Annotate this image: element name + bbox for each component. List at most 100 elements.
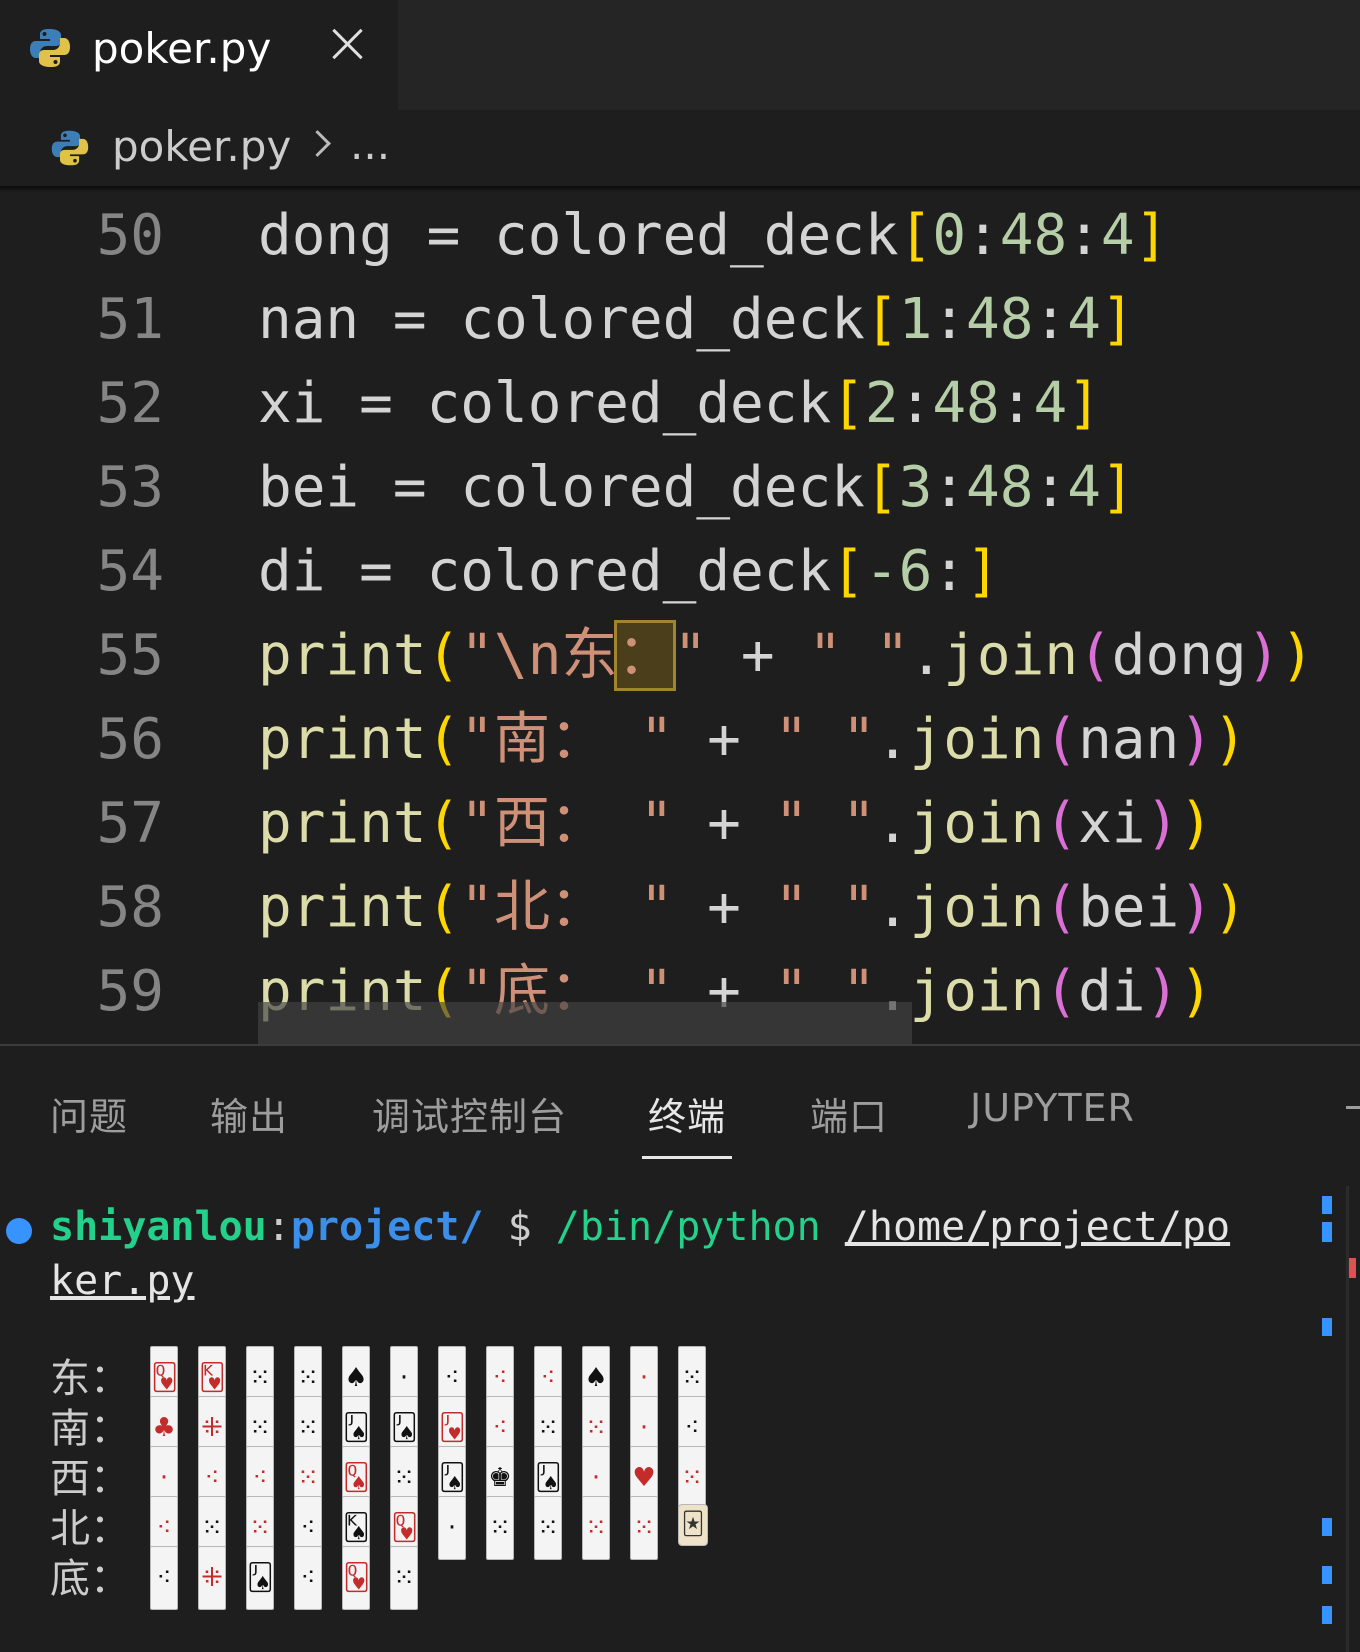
code-token: ] [1067, 371, 1101, 436]
code-token: " [673, 623, 708, 688]
python-icon [28, 26, 72, 74]
code-token: print [258, 623, 427, 688]
code-line[interactable]: 56 print("南： " + " ".join(nan)) [0, 698, 1360, 782]
code-token: = [359, 287, 461, 352]
code-token: . [909, 623, 944, 688]
code-line[interactable]: 55 print("\n东：" + " ".join(dong)) [0, 614, 1360, 698]
code-token: [ [864, 287, 899, 352]
code-token: ) [1179, 875, 1213, 940]
tab-title: poker.py [92, 24, 272, 73]
line-number: 54 [96, 539, 164, 604]
terminal-user: shiyanlou [50, 1204, 267, 1250]
tab-poker-py[interactable]: poker.py [0, 0, 398, 110]
code-token: di [1078, 959, 1146, 1024]
terminal[interactable]: shiyanlou:project/ $ /bin/python /home/p… [0, 1186, 1320, 1652]
playing-card-icon: ⁙ [678, 1446, 706, 1510]
code-token: dong [1111, 623, 1247, 688]
code-token: : [932, 455, 967, 520]
code-editor[interactable]: 50 dong = colored_deck[0:48:4] 51 nan = col… [0, 192, 1360, 1044]
code-line[interactable]: 52 xi = colored_deck[2:48:4] [0, 362, 1360, 446]
tab-jupyter[interactable]: JUPYTER [970, 1086, 1135, 1130]
hand-label: 底： [50, 1556, 130, 1602]
code-line[interactable]: 50 dong = colored_deck[0:48:4] [0, 194, 1360, 278]
code-token: colored_deck [426, 539, 832, 604]
code-text: print("南： " + " ".join(nan)) [258, 698, 1247, 782]
code-token: print [258, 875, 427, 940]
code-token: 1 [898, 287, 933, 352]
editor-tab-bar: poker.py [0, 0, 1360, 110]
code-token: ( [1044, 707, 1079, 772]
terminal-command-wrap: ker.py [50, 1254, 195, 1308]
tab-terminal[interactable]: 终端 [648, 1086, 726, 1141]
code-token: colored_deck [426, 371, 832, 436]
code-token: 4 [1100, 203, 1135, 268]
code-token: colored_deck [494, 203, 899, 268]
close-icon[interactable] [328, 24, 368, 64]
line-number: 50 [96, 203, 164, 268]
code-token: xi [1078, 791, 1146, 856]
code-token: ] [1134, 203, 1169, 268]
line-number: 55 [96, 623, 164, 688]
terminal-command-line: shiyanlou:project/ $ /bin/python /home/p… [50, 1200, 1230, 1254]
breadcrumb-file[interactable]: poker.py [112, 122, 291, 171]
panel-more-icon[interactable] [1346, 1106, 1360, 1109]
code-token: ) [1212, 707, 1247, 772]
playing-card-icon: ⁙ [486, 1496, 514, 1560]
code-token: nan [1078, 707, 1180, 772]
code-token: " " [774, 875, 876, 940]
line-number: 58 [96, 875, 164, 940]
code-text: print("\n东：" + " ".join(dong)) [258, 614, 1314, 698]
code-text: print("北： " + " ".join(bei)) [258, 866, 1247, 950]
code-token: "西： " [460, 791, 674, 856]
code-token: 3 [898, 455, 933, 520]
terminal-file-link-cont[interactable]: ker.py [50, 1258, 195, 1304]
command-status-icon[interactable] [6, 1218, 32, 1244]
code-token: "南： " [460, 707, 674, 772]
code-token: : [1067, 203, 1101, 268]
code-token: join [909, 791, 1045, 856]
line-number: 56 [96, 707, 164, 772]
code-token: join [943, 623, 1079, 688]
code-line[interactable]: 53 bei = colored_deck[3:48:4] [0, 446, 1360, 530]
terminal-file-link[interactable]: /home/project/po [845, 1204, 1230, 1250]
tab-problems[interactable]: 问题 [50, 1086, 128, 1141]
tab-ports[interactable]: 端口 [810, 1086, 888, 1141]
code-token: : [932, 539, 967, 604]
code-token: ( [1044, 791, 1079, 856]
code-token: " " [774, 707, 876, 772]
breadcrumb: poker.py ... [0, 110, 1360, 188]
bottom-panel: 问题 输出 调试控制台 终端 端口 JUPYTER shiyanlou:proj… [0, 1044, 1360, 1652]
code-token: bei [1078, 875, 1180, 940]
code-token: bei [258, 455, 360, 520]
code-line[interactable]: 54 di = colored_deck[-6:] [0, 530, 1360, 614]
code-token: " " [774, 791, 876, 856]
tab-output[interactable]: 输出 [210, 1086, 288, 1141]
code-text: di = colored_deck[-6:] [258, 530, 1000, 614]
joker-card-icon: 🃏 [678, 1504, 708, 1546]
playing-card-icon: ⁖ [150, 1546, 178, 1610]
code-token: ) [1145, 791, 1180, 856]
code-line[interactable]: 58 print("北： " + " ".join(bei)) [0, 866, 1360, 950]
code-token: [ [898, 203, 933, 268]
code-token: 4 [1033, 371, 1068, 436]
code-token: 48 [966, 287, 1034, 352]
code-token: ( [1044, 959, 1079, 1024]
playing-card-icon: ⁙ [582, 1496, 610, 1560]
code-line[interactable]: 51 nan = colored_deck[1:48:4] [0, 278, 1360, 362]
terminal-colon: : [266, 1204, 291, 1250]
code-token: join [909, 959, 1045, 1024]
code-text: bei = colored_deck[3:48:4] [258, 446, 1135, 530]
code-token: ) [1212, 875, 1247, 940]
code-token: ) [1179, 791, 1213, 856]
code-token: colored_deck [460, 455, 865, 520]
code-token: ] [1100, 287, 1135, 352]
horizontal-scrollbar[interactable] [258, 1002, 912, 1044]
code-token: : [1033, 455, 1068, 520]
code-token: . [875, 875, 910, 940]
breadcrumb-more[interactable]: ... [350, 120, 390, 169]
code-line[interactable]: 57 print("西： " + " ".join(xi)) [0, 782, 1360, 866]
line-number: 59 [96, 959, 164, 1024]
tab-debug-console[interactable]: 调试控制台 [372, 1086, 567, 1141]
code-token: join [909, 875, 1045, 940]
code-token: : [932, 287, 967, 352]
